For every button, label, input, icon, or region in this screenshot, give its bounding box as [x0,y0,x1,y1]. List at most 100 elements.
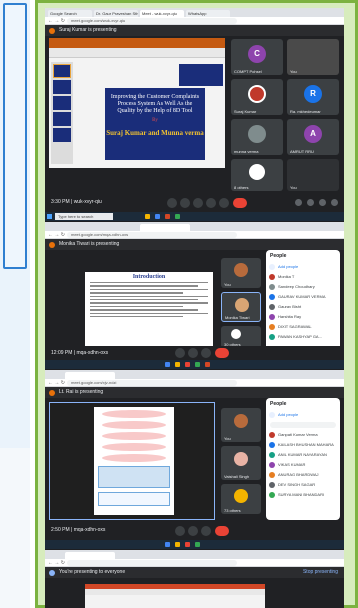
url-input[interactable]: meet.google.com/wuk-xvyr-qiu [67,18,237,24]
end-call-button[interactable] [215,348,229,358]
camera-icon[interactable] [188,348,198,358]
people-list-item[interactable]: Gaurav Bisht [266,302,340,312]
windows-taskbar: Type here to search [45,212,344,221]
camera-icon[interactable] [188,526,198,536]
url-input[interactable] [67,560,237,566]
participant-name: Ra. mkhedeumar [290,109,321,114]
present-icon[interactable] [201,526,211,536]
camera-icon[interactable] [180,198,190,208]
back-forward-icon[interactable]: ← → ↻ [48,18,65,24]
presenter-banner: Suraj Kumar is presenting [45,25,344,36]
browser-tab-strip [45,222,344,231]
url-input[interactable]: meet.google.com/mqa-xdhn-oxs [67,232,237,238]
presenter-dot-icon [49,28,55,34]
back-forward-icon[interactable]: ← → ↻ [48,380,65,386]
people-panel: People Add people Monika T Sandeep Choud… [266,250,340,350]
participant-tile[interactable]: Suraj Kumar [231,79,283,115]
browser-tab-active[interactable] [65,552,115,559]
add-people-button[interactable]: Add people [266,262,340,272]
participant-name: Suraj Kumar [234,109,257,114]
end-call-button[interactable] [215,526,229,536]
chat-icon[interactable] [319,199,326,206]
mic-icon[interactable] [175,526,185,536]
info-icon[interactable] [295,199,302,206]
participant-tile[interactable]: Monika Tiwari [221,292,261,322]
people-list-item[interactable]: KAILASH BHUSHAN MAHARA [266,440,340,450]
powerpoint-icon[interactable] [165,214,170,219]
people-list-item[interactable]: VIKAS KUMAR [266,460,340,470]
people-icon[interactable] [307,199,314,206]
participant-tile[interactable]: 8 others [231,159,283,191]
app-icon[interactable] [195,542,200,547]
people-list-item[interactable]: ANURAG BHARDWAJ [266,470,340,480]
browser-icon[interactable] [165,542,170,547]
people-list-item[interactable]: Sandeep Choudhary [266,282,340,292]
browser-tab-active[interactable] [65,372,115,379]
people-list-item[interactable]: DEV SINGH SAGAR [266,480,340,490]
meet-control-bar: 2:50 PM | mqa-xdhn-oxs [45,522,344,540]
browser-icon[interactable] [155,214,160,219]
windows-taskbar [45,360,344,369]
people-list-item[interactable]: Ganpati Kumar Verma [266,430,340,440]
browser-tab-active[interactable] [140,224,190,231]
participant-tile[interactable]: A AMRUT RRU [287,119,339,155]
windows-start-icon[interactable] [47,214,52,219]
people-list-item[interactable]: GAURAV KUMAR VERMA [266,292,340,302]
participant-tile[interactable]: munna verma [231,119,283,155]
avatar: C [248,45,266,63]
more-options-icon[interactable] [219,198,229,208]
avatar [234,489,248,503]
participant-name: Monika Tiwari [225,315,250,320]
people-list-item[interactable]: PAWAN KASHYAP GA... [266,332,340,342]
people-list-item[interactable]: ANIL KUMAR NAYARAYAN [266,450,340,460]
stop-presenting-button[interactable]: Stop presenting [303,567,338,578]
mic-icon[interactable] [167,198,177,208]
people-panel-title: People [270,401,287,407]
powerpoint-icon[interactable] [205,362,210,367]
participant-tile[interactable]: You [287,159,339,191]
captions-icon[interactable] [193,198,203,208]
url-input[interactable]: meet.google.com/xjv-ndzi [67,380,237,386]
browser-tab[interactable]: WhatsApp [186,10,230,17]
file-explorer-icon[interactable] [145,214,150,219]
participant-tile[interactable]: C COMPT Pohsel [231,39,283,75]
presenter-label: Suraj Kumar is presenting [59,27,117,33]
participant-tile[interactable]: Vaishali Singh [221,446,261,480]
app-icon[interactable] [175,214,180,219]
app-icon[interactable] [195,362,200,367]
back-forward-icon[interactable]: ← → ↻ [48,232,65,238]
people-list-item[interactable]: Monika T [266,272,340,282]
file-explorer-icon[interactable] [175,542,180,547]
app-icon[interactable] [185,362,190,367]
search-people-input[interactable] [270,422,336,428]
taskbar-search[interactable]: Type here to search [55,213,113,220]
people-list-item[interactable]: Harshita Ray [266,312,340,322]
add-people-button[interactable]: Add people [266,410,340,420]
people-list-item[interactable]: DIXIT SAGRAWAL [266,322,340,332]
present-icon[interactable] [206,198,216,208]
people-list-item[interactable]: SURYA MANI BHANDARI [266,490,340,500]
participant-tile[interactable]: You [221,258,261,288]
browser-tab-active[interactable]: Meet - wuk-xvyr-qiu [140,10,184,17]
avatar: A [304,125,322,143]
end-call-button[interactable] [233,198,247,208]
participant-name: You [224,436,231,441]
participant-tile[interactable]: You [221,408,261,442]
participant-tile[interactable]: 30 others [221,326,261,348]
browser-icon[interactable] [165,362,170,367]
present-icon[interactable] [201,348,211,358]
meeting-clock: 3:30 PM | wuk-xvyr-qiu [51,199,102,205]
mic-icon[interactable] [175,348,185,358]
participant-tile[interactable]: You [287,39,339,75]
app-icon[interactable] [185,542,190,547]
browser-tab[interactable]: Dr. Gaur Praveshan Stha... [94,10,138,17]
file-explorer-icon[interactable] [175,362,180,367]
collage-inner: Google Search Dr. Gaur Praveshan Stha...… [45,8,344,608]
browser-tab[interactable]: Google Search [48,10,92,17]
back-forward-icon[interactable]: ← → ↻ [48,560,65,566]
participant-name: AMRUT RRU [290,149,314,154]
participant-tile[interactable]: R Ra. mkhedeumar [287,79,339,115]
participant-tile[interactable]: 73 others [221,484,261,514]
activities-icon[interactable] [331,199,338,206]
slide-by: By [152,118,158,123]
